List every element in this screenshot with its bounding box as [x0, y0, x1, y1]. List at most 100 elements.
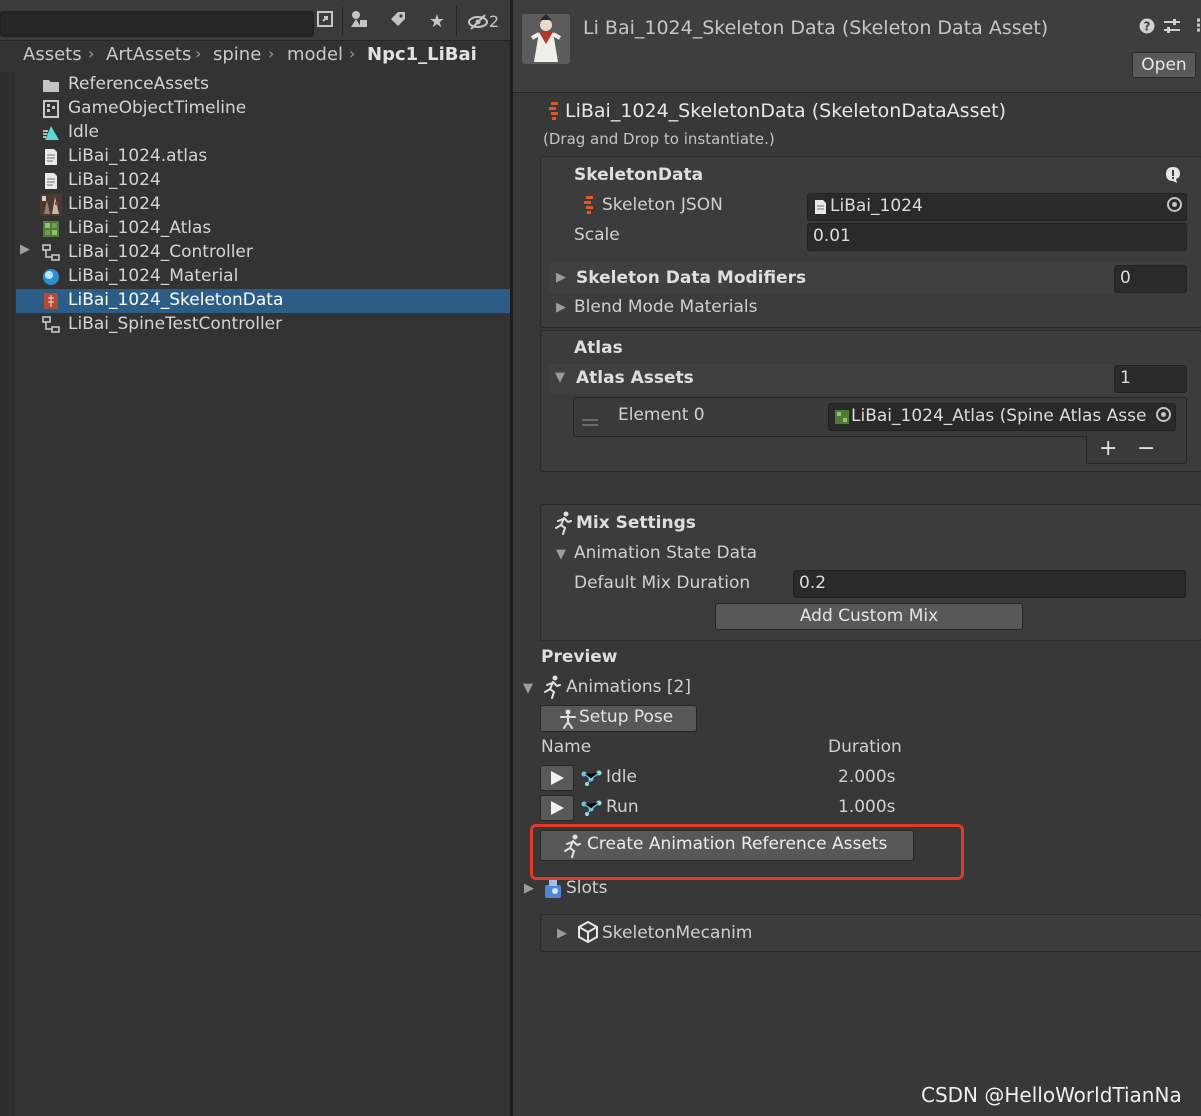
inspector-title: Li Bai_1024_Skeleton Data (Skeleton Data… — [583, 17, 1049, 39]
atlas-icon — [42, 220, 60, 238]
play-idle-button[interactable] — [540, 765, 574, 791]
search-input[interactable] — [0, 11, 314, 37]
search-by-type-icon[interactable] — [312, 9, 338, 35]
scale-field[interactable]: 0.01 — [807, 223, 1187, 251]
list-item-label: LiBai_1024_SkeletonData — [68, 290, 284, 310]
modifiers-count-field[interactable]: 0 — [1114, 265, 1187, 293]
modifiers-label[interactable]: Skeleton Data Modifiers — [576, 268, 806, 288]
breadcrumb-item[interactable]: ArtAssets — [106, 44, 191, 65]
atlas-count: 1 — [1120, 368, 1131, 388]
setup-pose-label: Setup Pose — [579, 707, 674, 727]
filter-by-type-icon[interactable] — [346, 9, 372, 35]
collapse-arrow-icon[interactable]: ▼ — [523, 681, 533, 696]
running-figure-icon — [562, 834, 582, 863]
unity-cube-icon — [577, 920, 599, 948]
list-item[interactable]: Idle — [16, 121, 510, 145]
list-item-label: LiBai_SpineTestController — [68, 314, 283, 334]
expand-arrow-icon[interactable]: ▶ — [556, 300, 566, 315]
drag-hint: (Drag and Drop to instantiate.) — [543, 130, 775, 148]
expand-arrow-icon[interactable]: ▶ — [557, 926, 567, 941]
svg-text:?: ? — [1144, 20, 1151, 34]
create-animation-reference-assets-button[interactable]: Create Animation Reference Assets — [540, 830, 914, 861]
text-file-icon — [42, 172, 60, 190]
list-item-label: LiBai_1024.atlas — [68, 146, 208, 166]
breadcrumb-item[interactable]: spine — [213, 44, 261, 65]
collapse-arrow-icon[interactable]: ▼ — [556, 547, 566, 562]
filter-by-label-icon[interactable] — [385, 9, 411, 35]
project-panel: ★ 2 Assets › ArtAssets › spine › model ›… — [0, 0, 510, 1116]
expand-arrow-icon[interactable]: ▶ — [20, 242, 30, 257]
setup-pose-button[interactable]: Setup Pose — [540, 705, 697, 732]
create-reference-label: Create Animation Reference Assets — [587, 834, 888, 854]
atlas-element-value: LiBai_1024_Atlas (Spine Atlas Asse — [851, 406, 1147, 426]
remove-element-button[interactable]: − — [1137, 436, 1155, 461]
list-item[interactable]: ReferenceAssets — [16, 73, 510, 97]
column-header-name: Name — [541, 737, 592, 757]
help-icon[interactable]: ? — [1139, 18, 1155, 39]
add-custom-mix-button[interactable]: Add Custom Mix — [715, 603, 1023, 630]
list-item[interactable]: LiBai_1024 — [16, 193, 510, 217]
default-mix-label: Default Mix Duration — [574, 573, 751, 593]
play-run-button[interactable] — [540, 795, 574, 821]
breadcrumb-current[interactable]: Npc1_LiBai — [367, 44, 477, 65]
hidden-packages-icon[interactable]: 2 — [463, 9, 503, 35]
list-item[interactable]: GameObjectTimeline — [16, 97, 510, 121]
preset-settings-icon[interactable] — [1163, 18, 1181, 39]
list-item[interactable]: LiBai_SpineTestController — [16, 313, 510, 337]
preview-heading: Preview — [541, 647, 618, 667]
animation-duration: 1.000s — [838, 797, 896, 817]
object-picker-icon[interactable] — [1156, 407, 1171, 422]
list-item-label: LiBai_1024 — [68, 170, 161, 190]
favorite-star-icon[interactable]: ★ — [424, 9, 450, 35]
spine-icon — [583, 196, 595, 221]
folder-tree-gutter — [0, 72, 15, 1116]
list-item[interactable]: LiBai_1024_Atlas — [16, 217, 510, 241]
collapse-arrow-icon[interactable]: ▼ — [555, 370, 565, 385]
inspector-panel: Li Bai_1024_Skeleton Data (Skeleton Data… — [513, 0, 1201, 1116]
animation-name: Idle — [606, 767, 637, 787]
animation-state-label[interactable]: Animation State Data — [574, 543, 757, 563]
atlas-icon — [835, 409, 849, 429]
open-button[interactable]: Open — [1132, 52, 1196, 78]
list-item[interactable]: ▶ LiBai_1024_Controller — [16, 241, 510, 265]
skeleton-json-field[interactable]: LiBai_1024 — [807, 193, 1187, 221]
object-picker-icon[interactable] — [1167, 197, 1182, 212]
animations-label[interactable]: Animations [2] — [566, 677, 691, 697]
expand-arrow-icon[interactable]: ▶ — [524, 881, 534, 896]
atlas-assets-label[interactable]: Atlas Assets — [576, 368, 694, 388]
skeleton-json-label: Skeleton JSON — [602, 195, 723, 215]
material-icon — [42, 268, 60, 286]
atlas-count-field[interactable]: 1 — [1114, 365, 1187, 393]
column-header-duration: Duration — [828, 737, 902, 757]
default-mix-field[interactable]: 0.2 — [793, 570, 1186, 598]
slots-label[interactable]: Slots — [566, 878, 607, 898]
drag-handle-icon[interactable] — [582, 412, 598, 432]
watermark: CSDN @HelloWorldTianNa — [921, 1083, 1182, 1107]
list-item-label: LiBai_1024_Controller — [68, 242, 253, 262]
skeleton-data-icon — [42, 292, 60, 310]
default-mix-value: 0.2 — [799, 573, 827, 593]
list-item-label: GameObjectTimeline — [68, 98, 247, 118]
scale-label: Scale — [574, 225, 620, 245]
spine-icon — [548, 102, 560, 127]
blend-mode-label[interactable]: Blend Mode Materials — [574, 297, 757, 317]
expand-arrow-icon[interactable]: ▶ — [556, 270, 566, 285]
setup-pose-icon — [559, 709, 577, 734]
breadcrumb-item[interactable]: model — [287, 44, 343, 65]
list-item[interactable]: LiBai_1024_Material — [16, 265, 510, 289]
toolbar-separator — [456, 6, 457, 36]
skeleton-mecanim-label[interactable]: SkeletonMecanim — [602, 923, 752, 943]
running-figure-icon — [553, 511, 573, 540]
list-item[interactable]: LiBai_1024.atlas — [16, 145, 510, 169]
more-options-icon[interactable]: ⋮ — [1190, 16, 1201, 36]
text-file-icon — [42, 148, 60, 166]
breadcrumb-item[interactable]: Assets — [23, 44, 82, 65]
atlas-element-field[interactable]: LiBai_1024_Atlas (Spine Atlas Asse — [828, 403, 1176, 431]
animation-name: Run — [606, 797, 639, 817]
bone-animation-icon — [581, 800, 603, 821]
list-item-selected[interactable]: LiBai_1024_SkeletonData — [16, 289, 510, 313]
list-item[interactable]: LiBai_1024 — [16, 169, 510, 193]
add-element-button[interactable]: + — [1099, 436, 1117, 461]
scale-value: 0.01 — [813, 226, 851, 246]
asset-title: LiBai_1024_SkeletonData (SkeletonDataAss… — [565, 100, 1007, 122]
